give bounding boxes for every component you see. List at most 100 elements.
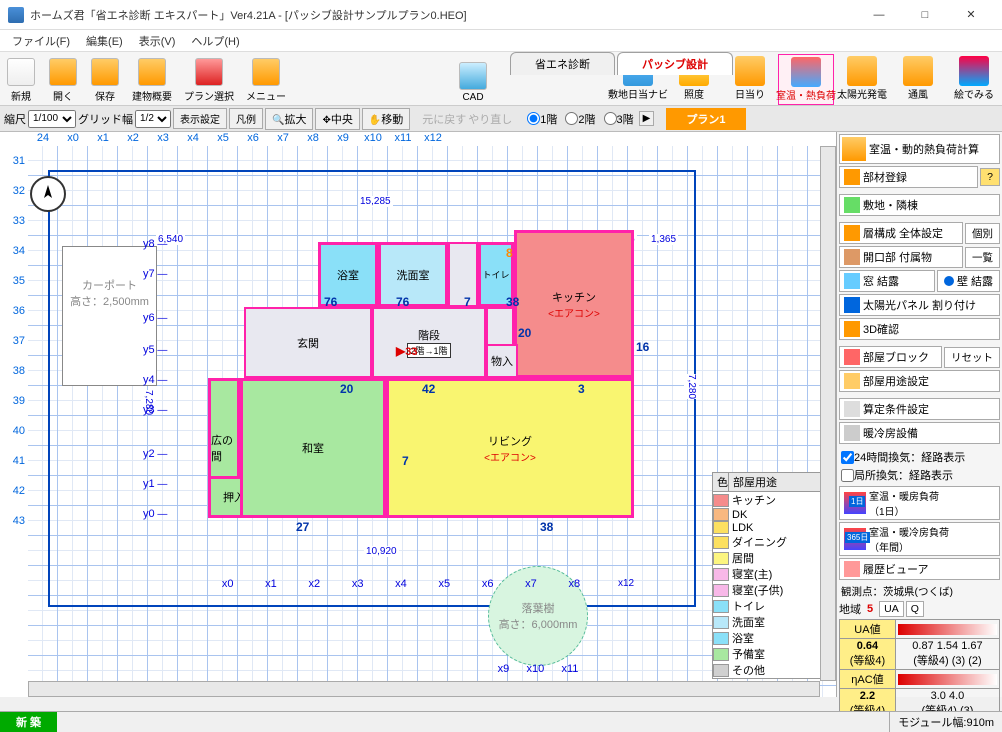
bigtool-wind[interactable]: 通風 <box>890 54 946 105</box>
new-button[interactable]: 新規 <box>0 56 42 105</box>
part-reg-button[interactable]: 部材登録 <box>839 166 978 188</box>
vent-27: 27 <box>296 520 309 534</box>
display-settings-button[interactable]: 表示設定 <box>173 108 227 129</box>
calc-cond-button[interactable]: 算定条件設定 <box>839 398 1000 420</box>
ruler-x: 24x0x1x2x3x4x5x6x7x8x9x10x11x12 <box>28 132 836 146</box>
plan-select-button[interactable]: プラン選択 <box>178 56 240 105</box>
scrollbar-v[interactable] <box>820 146 836 681</box>
plan-button[interactable]: プラン1 <box>666 108 745 130</box>
room-corridor[interactable] <box>448 242 478 307</box>
y1: y1 — <box>143 478 167 490</box>
room-genkan[interactable]: 玄関 <box>244 307 372 378</box>
wall-cond-button[interactable]: 壁 結露 <box>937 270 1000 292</box>
move-button[interactable]: ✋移動 <box>362 108 410 130</box>
side-title: 室温・動的熱負荷計算 <box>839 134 1000 164</box>
layer-all-button[interactable]: 層構成 全体設定 <box>839 222 963 244</box>
solar-panel-button[interactable]: 太陽光パネル 割り付け <box>839 294 1000 316</box>
reset-button[interactable]: リセット <box>944 347 1000 368</box>
room-kitchen[interactable]: キッチン<エアコン> <box>514 230 634 378</box>
redo-label: やり直し <box>468 111 512 127</box>
region-label: 地域 <box>839 601 861 617</box>
chk-local-vent[interactable]: 局所換気：経路表示 <box>839 466 1000 484</box>
y3: y3 — <box>143 404 167 416</box>
scrollbar-h[interactable] <box>28 681 820 697</box>
side-title-icon <box>842 137 866 161</box>
room-washitsu[interactable]: 和室 <box>240 378 386 518</box>
help-button[interactable]: ? <box>980 168 1000 186</box>
mode-tabs: 省エネ診断 パッシブ設計 <box>510 52 735 75</box>
window-cond-button[interactable]: 窓 結露 <box>839 270 935 292</box>
opening-list-button[interactable]: 一覧 <box>965 247 1000 268</box>
y4: y4 — <box>143 374 167 386</box>
legend-button[interactable]: 凡例 <box>229 108 263 129</box>
room-storage[interactable]: 物入 <box>486 344 518 378</box>
room-stair[interactable]: 階段2階→1階 <box>372 307 486 378</box>
vent-3: 3 <box>578 382 585 396</box>
vent-7a: 7 <box>464 295 471 309</box>
room-wash[interactable]: 洗面室 <box>378 242 448 307</box>
floor-2-radio[interactable]: 2階 <box>565 111 595 127</box>
opening-button[interactable]: 開口部 付属物 <box>839 246 963 268</box>
layer-indiv-button[interactable]: 個別 <box>965 223 1000 244</box>
history-button[interactable]: 履歴ビューア <box>839 558 1000 580</box>
vent-38b: 38 <box>540 520 553 534</box>
bigtool-temp-load[interactable]: 室温・熱負荷 <box>778 54 834 105</box>
zoom-button[interactable]: 🔍拡大 <box>265 108 313 130</box>
menubar: ファイル(F) 編集(E) 表示(V) ヘルプ(H) <box>0 30 1002 52</box>
menu-help[interactable]: ヘルプ(H) <box>183 31 247 51</box>
bigtool-picture[interactable]: 絵でみる <box>946 54 1002 105</box>
calc-365-button[interactable]: 365日室温・暖冷房負荷 （年間） <box>839 522 1000 556</box>
canvas[interactable]: 24x0x1x2x3x4x5x6x7x8x9x10x11x12 31323334… <box>0 132 836 697</box>
dim-1365: 1,365 <box>649 234 678 245</box>
save-button[interactable]: 保存 <box>84 56 126 105</box>
floor-next-button[interactable]: ▶ <box>639 111 655 126</box>
grid-label: グリッド幅 <box>78 111 133 127</box>
floor-3-radio[interactable]: 3階 <box>604 111 634 127</box>
grid-select[interactable]: 1/2 <box>135 110 171 128</box>
menu-edit[interactable]: 編集(E) <box>78 31 131 51</box>
y0: y0 — <box>143 508 167 520</box>
chk-24h-vent[interactable]: 24時間換気：経路表示 <box>839 448 1000 466</box>
center-button[interactable]: ✥中央 <box>315 108 359 130</box>
region-value: 5 <box>867 603 873 615</box>
cad-button[interactable]: CAD <box>452 60 494 105</box>
y6: y6 — <box>143 312 167 324</box>
3d-button[interactable]: 3D確認 <box>839 318 1000 340</box>
dim-top: 15,285 <box>358 196 393 207</box>
close-button[interactable]: ✕ <box>948 0 994 30</box>
room-living[interactable]: リビング<エアコン> <box>386 378 634 518</box>
vent-42: 42 <box>422 382 435 396</box>
floor-1-radio[interactable]: 1階 <box>527 111 557 127</box>
scale-label: 縮尺 <box>4 111 26 127</box>
menu-file[interactable]: ファイル(F) <box>4 31 78 51</box>
open-button[interactable]: 開く <box>42 56 84 105</box>
tab-energy[interactable]: 省エネ診断 <box>510 52 615 75</box>
calc-1day-button[interactable]: 1日室温・暖房負荷 （1日） <box>839 486 1000 520</box>
q-btn[interactable]: Q <box>906 601 924 617</box>
menu-button[interactable]: メニュー <box>240 56 292 105</box>
status-new: 新 築 <box>0 712 57 732</box>
vent-76a: 76 <box>324 295 337 309</box>
bigtool-solar[interactable]: 太陽光発電 <box>834 54 890 105</box>
minimize-button[interactable]: — <box>856 0 902 30</box>
toolbar-view: 縮尺 1/100 グリッド幅 1/2 表示設定 凡例 🔍拡大 ✥中央 ✋移動 元… <box>0 106 1002 132</box>
dim-bottom: 10,920 <box>364 546 399 557</box>
ruler-y: 31323334353637383940414243 <box>0 146 28 697</box>
menu-view[interactable]: 表示(V) <box>131 31 184 51</box>
tab-passive[interactable]: パッシブ設計 <box>617 52 733 75</box>
site-neighbor-button[interactable]: 敷地・隣棟 <box>839 194 1000 216</box>
room-block-button[interactable]: 部屋ブロック <box>839 346 942 368</box>
ua-btn[interactable]: UA <box>879 601 904 617</box>
building-button[interactable]: 建物概要 <box>126 56 178 105</box>
legend: 色部屋用途 キッチンDKLDKダイニング居間寝室(主)寝室(子供)トイレ洗面室浴… <box>712 472 832 679</box>
room-use-button[interactable]: 部屋用途設定 <box>839 370 1000 392</box>
ua-table: UA値 0.64(等級4)0.87 1.54 1.67(等級4) (3) (2)… <box>839 619 1000 720</box>
maximize-button[interactable]: □ <box>902 0 948 30</box>
y2: y2 — <box>143 448 167 460</box>
arrow-33: ▶33 <box>396 344 417 358</box>
scale-select[interactable]: 1/100 <box>28 110 76 128</box>
vent-20b: 20 <box>340 382 353 396</box>
compass-icon <box>30 176 66 212</box>
y8: y8 — <box>143 238 167 250</box>
hvac-button[interactable]: 暖冷房設備 <box>839 422 1000 444</box>
